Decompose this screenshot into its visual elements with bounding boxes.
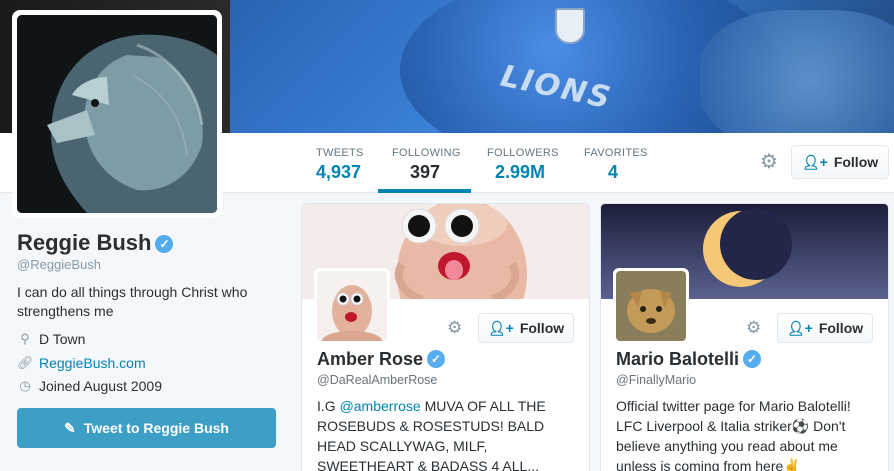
card-name[interactable]: Mario Balotelli ✓ — [616, 349, 762, 370]
stat-favorites[interactable]: FAVORITES 4 — [584, 133, 648, 193]
verified-icon: ✓ — [427, 350, 446, 368]
stat-label: FOLLOWERS — [487, 147, 559, 159]
stat-value: 2.99M — [495, 162, 546, 182]
quill-icon: ✎ — [64, 419, 76, 436]
follow-button[interactable]: 👤︎+ Follow — [478, 313, 574, 343]
profile-bio: I can do all things through Christ who s… — [17, 284, 248, 319]
card-name-text: Amber Rose — [317, 349, 424, 369]
card-name-text: Mario Balotelli — [616, 349, 740, 369]
bio-mention-link[interactable]: @amberrose — [340, 398, 421, 414]
follow-label: Follow — [833, 154, 879, 170]
bio-text: I.G — [317, 398, 340, 414]
gear-icon[interactable]: ⚙ — [746, 318, 761, 338]
user-card-mario-balotelli[interactable]: ⚙ 👤︎+ Follow Mario Balotelli ✓ @FinallyMa… — [600, 203, 889, 471]
stat-tweets[interactable]: TWEETS 4,937 — [316, 133, 364, 193]
profile-location: ⚲ D Town — [17, 331, 85, 347]
card-bio: I.G @amberrose MUVA OF ALL THE ROSEBUDS … — [317, 396, 579, 471]
card-avatar[interactable] — [314, 268, 390, 344]
stat-following[interactable]: FOLLOWING 397 — [378, 133, 471, 193]
joined-text: Joined August 2009 — [39, 378, 162, 394]
follow-button[interactable]: 👤︎+ Follow — [777, 313, 873, 343]
card-bio: Official twitter page for Mario Balotell… — [616, 398, 851, 471]
stat-value: 4,937 — [316, 162, 362, 182]
follow-label: Follow — [519, 320, 565, 336]
tweet-to-button[interactable]: ✎ Tweet to Reggie Bush — [17, 408, 276, 448]
add-user-icon: 👤︎+ — [487, 319, 514, 336]
profile-name-text: Reggie Bush — [17, 230, 152, 255]
user-card-amber-rose[interactable]: ⚙ 👤︎+ Follow Amber Rose ✓ @DaRealAmberRos… — [301, 203, 590, 471]
tweet-to-label: Tweet to Reggie Bush — [83, 420, 229, 436]
link-icon: 🔗︎ — [17, 355, 34, 370]
nfl-shield-icon — [555, 8, 585, 44]
stat-value: 397 — [410, 162, 441, 182]
verified-icon: ✓ — [155, 235, 174, 253]
stat-label: FAVORITES — [584, 147, 648, 159]
add-user-icon: 👤︎+ — [801, 153, 828, 170]
card-handle[interactable]: @DaRealAmberRose — [317, 373, 437, 387]
verified-icon: ✓ — [743, 350, 762, 368]
card-handle[interactable]: @FinallyMario — [616, 373, 696, 387]
card-name[interactable]: Amber Rose ✓ — [317, 349, 446, 370]
stat-label: TWEETS — [316, 147, 364, 159]
stat-followers[interactable]: FOLLOWERS 2.99M — [487, 133, 559, 193]
profile-avatar[interactable] — [12, 10, 222, 218]
follow-button[interactable]: 👤︎+ Follow — [791, 145, 889, 179]
calendar-icon: ◷ — [19, 378, 31, 393]
profile-handle[interactable]: @ReggieBush — [17, 257, 101, 272]
location-text: D Town — [39, 331, 86, 347]
profile-name[interactable]: Reggie Bush ✓ — [17, 230, 174, 256]
profile-joined: ◷ Joined August 2009 — [17, 378, 162, 394]
location-icon: ⚲ — [20, 331, 30, 346]
avatar — [17, 15, 217, 213]
gear-icon[interactable]: ⚙ — [447, 318, 462, 338]
website-link[interactable]: ReggieBush.com — [39, 355, 146, 371]
stat-value: 4 — [608, 162, 619, 182]
gear-icon[interactable]: ⚙ — [757, 150, 781, 174]
stat-label: FOLLOWING — [392, 147, 461, 159]
card-avatar[interactable] — [613, 268, 689, 344]
profile-website: 🔗︎ ReggieBush.com — [17, 355, 146, 371]
follow-label: Follow — [818, 320, 864, 336]
add-user-icon: 👤︎+ — [786, 319, 813, 336]
